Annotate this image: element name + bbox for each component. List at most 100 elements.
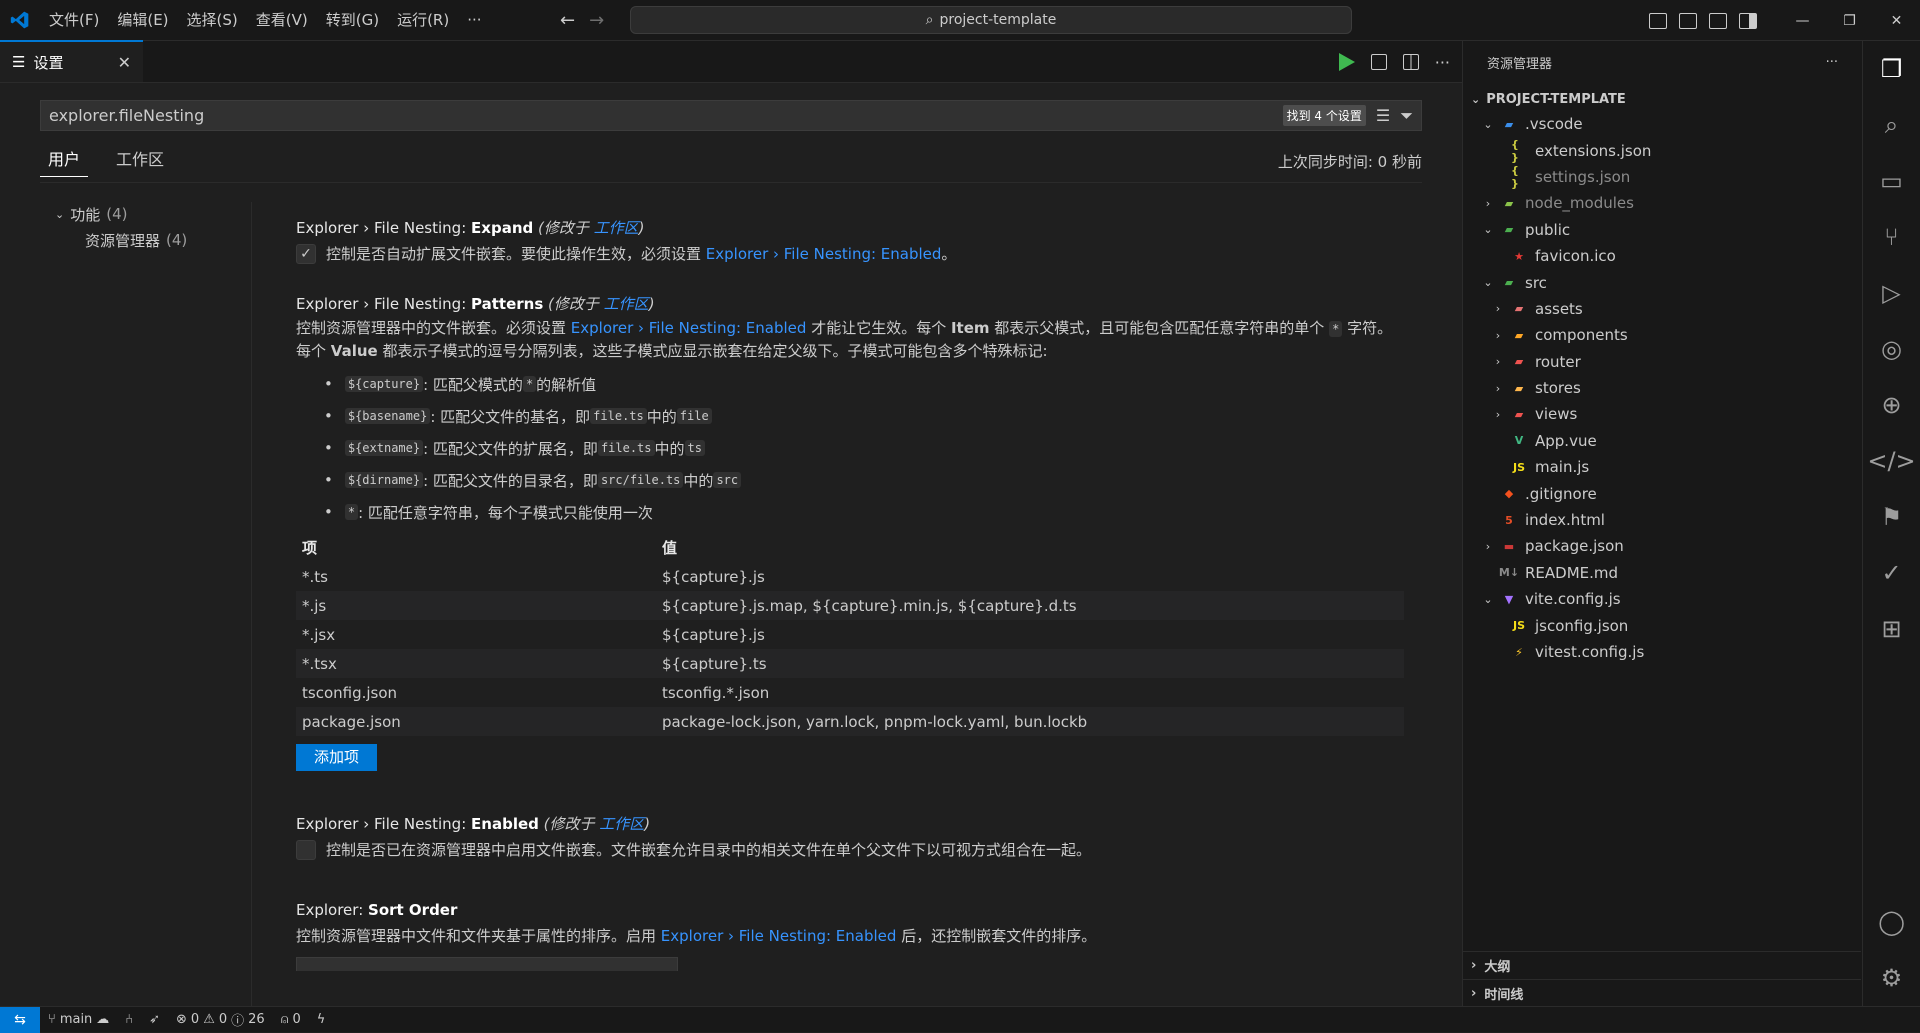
run-debug-icon[interactable]: ▷ [1863, 265, 1920, 321]
bookmark-icon[interactable]: ⚑ [1863, 489, 1920, 545]
settings-search-input[interactable] [49, 106, 1283, 125]
remote-indicator-icon[interactable]: ⇆ [0, 1007, 40, 1033]
sort-order-dropdown[interactable] [296, 957, 678, 971]
html-icon: 5 [1501, 512, 1517, 528]
project-root[interactable]: ⌄ PROJECT-TEMPLATE [1463, 87, 1862, 111]
menu-item[interactable]: 查看(V) [247, 0, 317, 41]
tree-item[interactable]: VApp.vue [1463, 428, 1862, 454]
folder-icon[interactable]: ▭ [1863, 153, 1920, 209]
tree-item[interactable]: ›▰stores [1463, 375, 1862, 401]
restore-button[interactable]: ❐ [1826, 0, 1873, 41]
extensions-icon[interactable]: ⊞ [1863, 601, 1920, 657]
add-item-button[interactable]: 添加项 [296, 744, 377, 771]
menu-item[interactable]: 运行(R) [388, 0, 458, 41]
tree-item[interactable]: ⌄▰.vscode [1463, 111, 1862, 137]
tree-item[interactable]: 5index.html [1463, 507, 1862, 533]
code-icon[interactable]: </> [1863, 433, 1920, 489]
tab-user[interactable]: 用户 [40, 146, 88, 177]
table-row[interactable]: package.jsonpackage-lock.json, yarn.lock… [296, 707, 1404, 736]
clear-filter-icon[interactable]: ☰ [1376, 106, 1390, 126]
sync-time-label: 上次同步时间: 0 秒前 [1278, 151, 1422, 172]
tree-item[interactable]: ›▬package.json [1463, 533, 1862, 559]
manage-gear-icon[interactable]: ⚙ [1863, 950, 1920, 1006]
tree-item[interactable]: ⌄▰public [1463, 217, 1862, 243]
menu-item[interactable]: 转到(G) [317, 0, 388, 41]
close-tab-icon[interactable]: ✕ [118, 53, 131, 72]
enabled-setting-link[interactable]: Explorer › File Nesting: Enabled [571, 319, 807, 337]
timeline-section[interactable]: ›时间线 [1463, 979, 1861, 1006]
menu-item[interactable]: ··· [458, 0, 490, 41]
split-editor-icon[interactable] [1403, 54, 1419, 70]
table-row[interactable]: *.jsx${capture}.js [296, 620, 1404, 649]
chevron-down-icon: ⌄ [1471, 93, 1480, 106]
table-row[interactable]: *.tsx${capture}.ts [296, 649, 1404, 678]
outline-section[interactable]: ›大纲 [1463, 952, 1861, 979]
lightning-status[interactable]: ϟ [309, 1012, 334, 1027]
pattern-value-cell: ${capture}.js [656, 562, 1404, 591]
branch-status[interactable]: ⑂main☁ [40, 1012, 117, 1027]
testing-icon[interactable]: ✓ [1863, 545, 1920, 601]
table-row[interactable]: *.js${capture}.js.map, ${capture}.min.js… [296, 591, 1404, 620]
more-actions-icon[interactable]: ··· [1435, 53, 1450, 72]
command-center[interactable]: ⌕ project-template [630, 6, 1352, 34]
tree-item[interactable]: ★favicon.ico [1463, 243, 1862, 269]
problems-status[interactable]: ⊗0 ⚠0 ⓘ26 [168, 1010, 273, 1029]
customize-layout-icon[interactable] [1649, 13, 1667, 29]
toggle-secondary-sidebar-icon[interactable] [1739, 13, 1757, 29]
open-settings-json-icon[interactable] [1371, 54, 1387, 70]
git-graph-icon[interactable]: ⊕ [1863, 377, 1920, 433]
close-window-button[interactable]: ✕ [1873, 0, 1920, 41]
toc-group-features[interactable]: ⌄ 功能 (4) [55, 201, 245, 227]
explorer-files-icon[interactable]: ❐ [1863, 41, 1920, 97]
settings-list: Explorer › File Nesting: Expand (修改于 工作区… [296, 217, 1406, 971]
expand-checkbox[interactable]: ✓ [296, 244, 316, 264]
enabled-setting-link[interactable]: Explorer › File Nesting: Enabled [706, 245, 942, 263]
tab-workspace[interactable]: 工作区 [108, 146, 172, 177]
pattern-item-cell: *.jsx [296, 620, 656, 649]
tree-item[interactable]: ›▰views [1463, 401, 1862, 427]
workspace-link[interactable]: 工作区 [594, 219, 639, 237]
minimize-button[interactable]: — [1779, 0, 1826, 41]
table-row[interactable]: tsconfig.jsontsconfig.*.json [296, 678, 1404, 707]
menu-item[interactable]: 文件(F) [40, 0, 108, 41]
tree-item[interactable]: ⌄▰src [1463, 269, 1862, 295]
vscode-logo-icon[interactable] [0, 0, 40, 41]
tree-item[interactable]: ›▰assets [1463, 296, 1862, 322]
tree-item[interactable]: ›▰router [1463, 349, 1862, 375]
run-icon[interactable] [1339, 53, 1355, 71]
tree-item[interactable]: { }settings.json [1463, 164, 1862, 190]
explorer-more-icon[interactable]: ··· [1826, 55, 1838, 70]
table-row[interactable]: *.ts${capture}.js [296, 562, 1404, 591]
toc-item-explorer[interactable]: 资源管理器 (4) [55, 227, 245, 253]
toggle-panel-icon[interactable] [1709, 13, 1727, 29]
filter-icon[interactable]: ⏷ [1400, 106, 1413, 126]
workspace-link[interactable]: 工作区 [599, 815, 644, 833]
account-icon[interactable]: ◯ [1863, 894, 1920, 950]
workspace-link[interactable]: 工作区 [604, 295, 649, 313]
menu-item[interactable]: 选择(S) [178, 0, 247, 41]
tree-item[interactable]: JSjsconfig.json [1463, 612, 1862, 638]
token-code: ${basename} [345, 408, 430, 424]
tab-settings[interactable]: ☰ 设置 ✕ [0, 40, 143, 82]
tree-item[interactable]: JSmain.js [1463, 454, 1862, 480]
enabled-setting-link[interactable]: Explorer › File Nesting: Enabled [661, 927, 897, 945]
git-graph-status[interactable]: ⑃ [117, 1012, 141, 1027]
tree-item[interactable]: M↓README.md [1463, 560, 1862, 586]
tree-item[interactable]: { }extensions.json [1463, 137, 1862, 163]
deploy-status[interactable]: ➶ [141, 1012, 168, 1027]
tree-item[interactable]: ⌄▼vite.config.js [1463, 586, 1862, 612]
tree-item[interactable]: ›▰node_modules [1463, 190, 1862, 216]
tree-item[interactable]: ⚡vitest.config.js [1463, 639, 1862, 665]
tree-item[interactable]: ◆.gitignore [1463, 480, 1862, 506]
forward-arrow-icon[interactable]: → [589, 10, 604, 31]
tree-item[interactable]: ›▰components [1463, 322, 1862, 348]
back-arrow-icon[interactable]: ← [560, 10, 575, 31]
menu-item[interactable]: 编辑(E) [108, 0, 177, 41]
remote-explorer-icon[interactable]: ◎ [1863, 321, 1920, 377]
search-icon[interactable]: ⌕ [1863, 97, 1920, 153]
info-count: 26 [248, 1012, 265, 1027]
toggle-primary-sidebar-icon[interactable] [1679, 13, 1697, 29]
enabled-checkbox[interactable] [296, 840, 316, 860]
source-control-icon[interactable]: ⑂ [1863, 209, 1920, 265]
ports-status[interactable]: ⍝0 [273, 1012, 309, 1027]
